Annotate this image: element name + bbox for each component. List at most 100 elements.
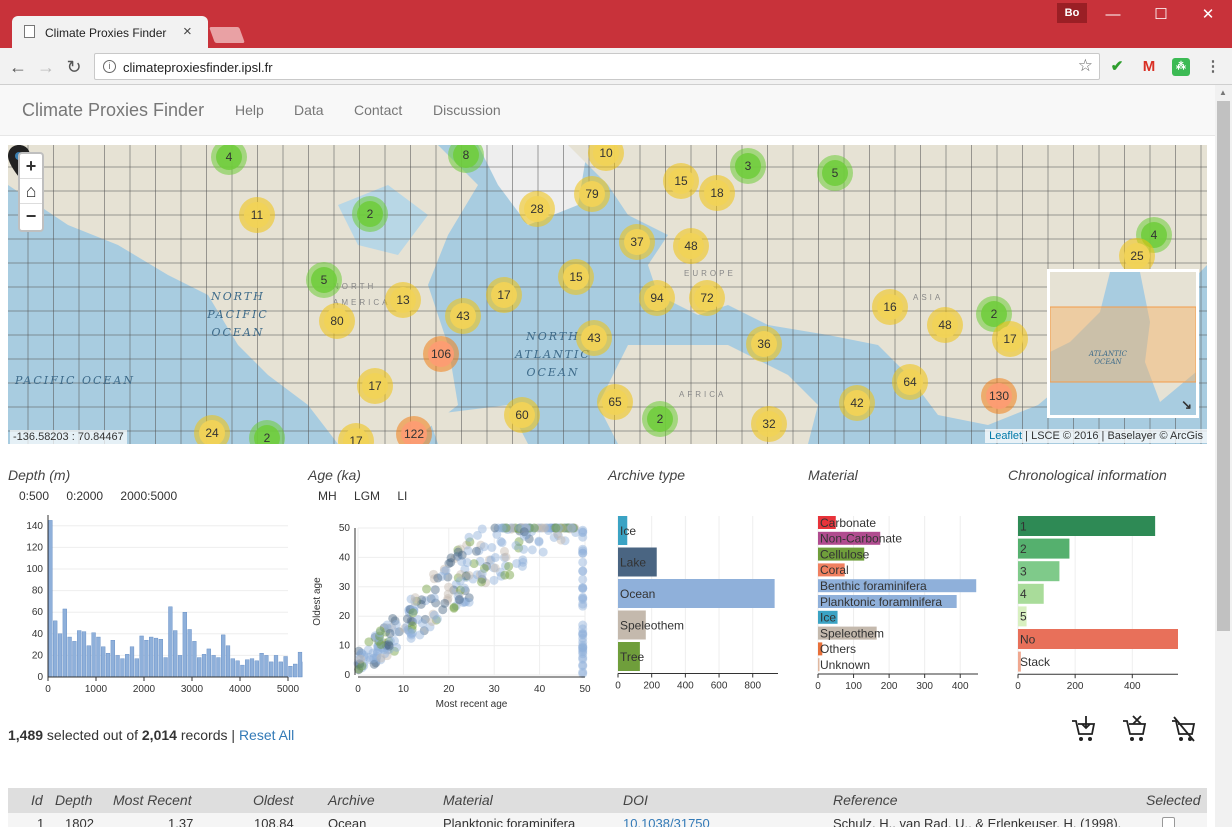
cluster-marker[interactable]: 17 bbox=[486, 277, 522, 313]
address-bar[interactable]: i climateproxiesfinder.ipsl.fr ☆ bbox=[94, 53, 1100, 80]
back-icon[interactable]: ← bbox=[7, 56, 29, 78]
cluster-marker[interactable]: 15 bbox=[558, 259, 594, 295]
app-brand[interactable]: Climate Proxies Finder bbox=[22, 100, 204, 121]
selected-count: 1,489 bbox=[8, 727, 44, 743]
cluster-marker[interactable]: 43 bbox=[445, 298, 481, 334]
cluster-marker[interactable]: 28 bbox=[519, 191, 555, 227]
cluster-marker[interactable]: 15 bbox=[663, 163, 699, 199]
cluster-marker[interactable]: 5 bbox=[817, 155, 853, 191]
cluster-marker[interactable]: 43 bbox=[576, 320, 612, 356]
minimap[interactable]: ATLANTIC OCEAN ↘ bbox=[1047, 269, 1199, 418]
world-map[interactable]: NORTH PACIFIC OCEAN NORTH ATLANTIC OCEAN… bbox=[8, 145, 1207, 444]
cluster-marker[interactable]: 42 bbox=[839, 385, 875, 421]
minimize-icon[interactable]: — bbox=[1103, 5, 1123, 25]
cluster-marker[interactable]: 37 bbox=[619, 224, 655, 260]
depth-filter-0-500[interactable]: 0:500 bbox=[19, 489, 49, 503]
material-bar-chart[interactable]: 0 100 200 300 400 Carbonate Non-CarbonateCellu… bbox=[808, 510, 998, 700]
add-to-cart-icon[interactable] bbox=[1070, 715, 1096, 743]
cluster-marker[interactable]: 11 bbox=[239, 197, 275, 233]
depth-filter-2000-5000[interactable]: 2000:5000 bbox=[120, 489, 177, 503]
age-filter-li[interactable]: LI bbox=[397, 489, 407, 503]
cluster-marker[interactable]: 18 bbox=[699, 175, 735, 211]
cluster-marker[interactable]: 64 bbox=[892, 364, 928, 400]
row-select-checkbox[interactable] bbox=[1162, 817, 1175, 827]
cluster-marker[interactable]: 17 bbox=[992, 321, 1028, 357]
info-icon[interactable]: i bbox=[103, 60, 116, 73]
cell-doi-link[interactable]: 10.1038/31750 bbox=[623, 816, 710, 827]
menu-icon[interactable]: ⋮ bbox=[1204, 58, 1222, 76]
gmail-icon[interactable]: M bbox=[1140, 58, 1158, 76]
cluster-marker[interactable]: 3 bbox=[730, 148, 766, 184]
age-filter-mh[interactable]: MH bbox=[318, 489, 337, 503]
x-tick-label: 0 bbox=[615, 681, 621, 692]
zoom-in-button[interactable]: + bbox=[20, 154, 42, 179]
archive-bar-chart[interactable]: 0 200 400 600 800 Ice Lake Ocean Speleothem Tree bbox=[608, 510, 798, 700]
cluster-marker[interactable]: 106 bbox=[423, 336, 459, 372]
table-row[interactable]: 1 1802 1.37 108.84 Ocean Planktonic fora… bbox=[8, 813, 1207, 827]
remove-from-cart-icon[interactable] bbox=[1121, 715, 1147, 743]
reset-all-link[interactable]: Reset All bbox=[239, 727, 294, 743]
close-window-icon[interactable]: ✕ bbox=[1198, 5, 1218, 25]
col-reference[interactable]: Reference bbox=[833, 792, 898, 808]
chrono-bar-chart[interactable]: 0 200 400 1 2 3 4 5 No Stack bbox=[1008, 510, 1198, 700]
tab-close-icon[interactable]: × bbox=[183, 23, 192, 40]
bookmark-star-icon[interactable]: ☆ bbox=[1078, 56, 1093, 76]
col-archive[interactable]: Archive bbox=[328, 792, 375, 808]
nav-contact[interactable]: Contact bbox=[354, 102, 402, 118]
cluster-marker[interactable]: 24 bbox=[194, 415, 230, 444]
depth-histogram[interactable]: 0 20 40 60 80 100 120 140 0 1000 2000 3000 4000 5000 bbox=[8, 510, 303, 700]
cluster-marker[interactable]: 80 bbox=[319, 303, 355, 339]
cluster-marker[interactable]: 16 bbox=[872, 289, 908, 325]
cluster-marker[interactable]: 130 bbox=[981, 378, 1017, 414]
cluster-marker[interactable]: 79 bbox=[574, 176, 610, 212]
nav-data[interactable]: Data bbox=[294, 102, 324, 118]
scroll-up-icon[interactable]: ▲ bbox=[1219, 88, 1227, 97]
home-button[interactable]: ⌂ bbox=[20, 179, 42, 204]
page-scrollbar[interactable]: ▲ bbox=[1215, 85, 1232, 827]
age-filter-lgm[interactable]: LGM bbox=[354, 489, 380, 503]
empty-cart-icon[interactable] bbox=[1170, 715, 1196, 743]
col-depth[interactable]: Depth bbox=[55, 792, 92, 808]
histogram-bar bbox=[173, 630, 178, 678]
cluster-marker[interactable]: 122 bbox=[396, 416, 432, 444]
cluster-marker[interactable]: 36 bbox=[746, 326, 782, 362]
forward-icon[interactable]: → bbox=[35, 56, 57, 78]
cluster-marker[interactable]: 32 bbox=[751, 406, 787, 442]
col-most-recent[interactable]: Most Recent bbox=[113, 792, 192, 808]
cluster-marker[interactable]: 65 bbox=[597, 384, 633, 420]
cluster-marker[interactable]: 13 bbox=[385, 282, 421, 318]
maximize-icon[interactable]: ☐ bbox=[1151, 5, 1171, 25]
depth-filter-0-2000[interactable]: 0:2000 bbox=[66, 489, 103, 503]
col-oldest[interactable]: Oldest bbox=[253, 792, 293, 808]
histogram-bar bbox=[72, 641, 77, 678]
col-id[interactable]: Id bbox=[31, 792, 43, 808]
cluster-marker[interactable]: 5 bbox=[306, 262, 342, 298]
scrollbar-thumb[interactable] bbox=[1217, 101, 1230, 631]
new-tab-button[interactable] bbox=[209, 27, 245, 43]
cluster-marker[interactable]: 2 bbox=[642, 401, 678, 437]
profile-badge[interactable]: Bo bbox=[1057, 3, 1087, 23]
cluster-marker[interactable]: 48 bbox=[673, 228, 709, 264]
cluster-marker[interactable]: 60 bbox=[504, 397, 540, 433]
col-material[interactable]: Material bbox=[443, 792, 493, 808]
reload-icon[interactable]: ↻ bbox=[63, 56, 85, 78]
col-doi[interactable]: DOI bbox=[623, 792, 648, 808]
browser-tab[interactable]: Climate Proxies Finder × bbox=[12, 16, 208, 48]
nav-discussion[interactable]: Discussion bbox=[433, 102, 501, 118]
scatter-point bbox=[430, 585, 440, 595]
scatter-point bbox=[518, 555, 528, 565]
nav-help[interactable]: Help bbox=[235, 102, 264, 118]
cluster-marker[interactable]: 48 bbox=[927, 307, 963, 343]
checkmark-extension-icon[interactable]: ✔ bbox=[1108, 58, 1126, 76]
minimap-toggle-icon[interactable]: ↘ bbox=[1181, 397, 1192, 413]
leaflet-link[interactable]: Leaflet bbox=[989, 430, 1022, 442]
zoom-out-button[interactable]: − bbox=[20, 204, 42, 229]
cluster-marker[interactable]: 72 bbox=[689, 280, 725, 316]
cluster-marker[interactable]: 17 bbox=[357, 368, 393, 404]
col-selected[interactable]: Selected bbox=[1146, 792, 1200, 808]
age-scatter-plot[interactable]: 0 10 20 30 40 50 0 10 20 30 40 50 Most recent age Old… bbox=[308, 510, 603, 715]
cluster-marker[interactable]: 2 bbox=[352, 196, 388, 232]
scatter-point bbox=[504, 561, 514, 571]
extension-icon[interactable]: ⁂ bbox=[1172, 58, 1190, 76]
cluster-marker[interactable]: 94 bbox=[639, 280, 675, 316]
